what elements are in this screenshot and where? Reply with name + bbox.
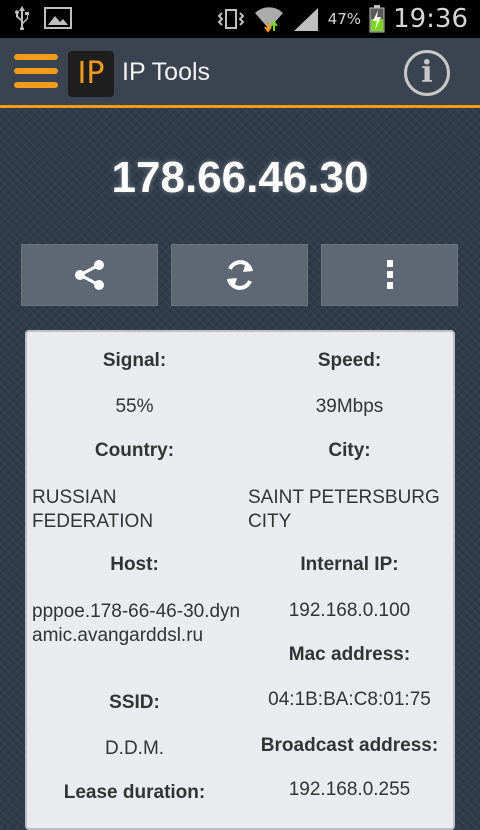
- country-label: Country:: [94, 440, 175, 461]
- host-value: pppoe.178-66-46-30.dynamic.avangarddsl.r…: [32, 601, 241, 646]
- city-label: City:: [328, 440, 371, 461]
- vibrate-icon: [216, 7, 246, 31]
- battery-percent: 47%: [327, 10, 362, 28]
- ssid-label: SSID:: [109, 692, 160, 713]
- battery-charging-icon: [369, 5, 385, 33]
- lease-duration-label: Lease duration:: [63, 782, 206, 803]
- overflow-menu-button[interactable]: [321, 244, 458, 306]
- hamburger-icon: [14, 54, 58, 60]
- signal-value: 55%: [115, 396, 154, 417]
- share-button[interactable]: [21, 244, 158, 306]
- internal-ip-value: 192.168.0.100: [288, 600, 411, 621]
- speed-value: 39Mbps: [315, 396, 384, 417]
- info-button[interactable]: i: [404, 50, 450, 96]
- signal-label: Signal:: [102, 350, 167, 371]
- info-icon: i: [421, 55, 433, 90]
- app-title: IP Tools: [122, 58, 211, 86]
- app-logo: IP: [68, 51, 114, 97]
- ssid-value: D.D.M.: [104, 738, 165, 759]
- overflow-menu-icon: [386, 260, 393, 289]
- action-bar: IP IP Tools i: [0, 38, 480, 108]
- hamburger-line: [14, 68, 58, 74]
- network-info-card: Signal: Speed: 55% 39Mbps Country: City:…: [25, 330, 455, 830]
- signal-strength-icon: [292, 6, 320, 32]
- hamburger-line: [14, 82, 58, 88]
- host-label: Host:: [110, 554, 159, 575]
- clock: 19:36: [393, 4, 468, 34]
- mac-address-label: Mac address:: [288, 644, 411, 665]
- share-icon: [74, 260, 104, 290]
- broadcast-address-label: Broadcast address:: [260, 735, 439, 756]
- status-bar: 47% 19:36: [0, 0, 480, 38]
- broadcast-address-value: 192.168.0.255: [288, 779, 411, 800]
- wifi-icon: [254, 5, 284, 33]
- mac-address-value: 04:1B:BA:C8:01:75: [268, 689, 431, 710]
- usb-icon: [14, 6, 30, 30]
- refresh-icon: [226, 260, 253, 290]
- refresh-button[interactable]: [171, 244, 308, 306]
- country-value: RUSSIAN FEDERATION: [32, 487, 154, 532]
- city-value: SAINT PETERSBURG CITY: [248, 487, 440, 532]
- navigation-menu-button[interactable]: [14, 54, 58, 92]
- image-notification-icon: [44, 7, 72, 29]
- speed-label: Speed:: [317, 350, 382, 371]
- ip-address: 178.66.46.30: [111, 153, 369, 202]
- internal-ip-label: Internal IP:: [300, 554, 399, 575]
